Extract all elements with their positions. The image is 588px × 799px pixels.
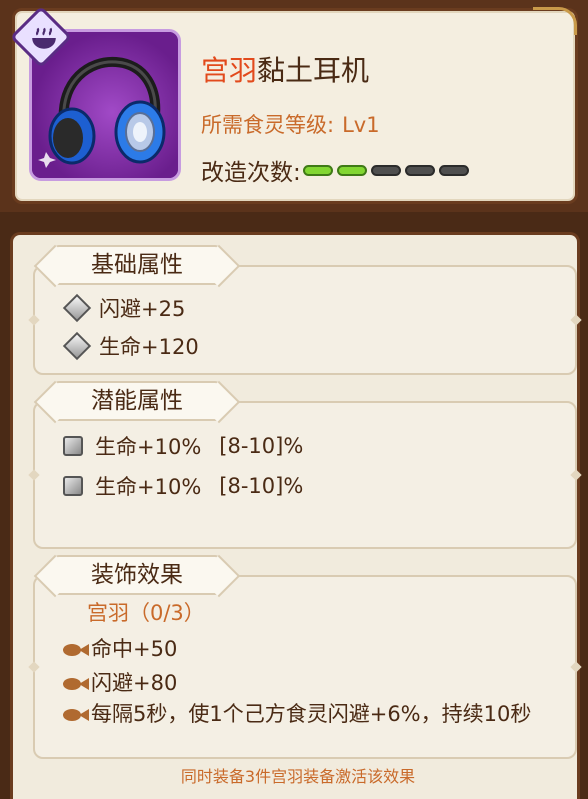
fish-bullet-icon	[63, 643, 89, 657]
fish-bullet-icon	[63, 708, 89, 722]
section-ornament	[570, 661, 582, 673]
set-effect-text: 每隔5秒，使1个己方食灵闪避+6%，持续10秒	[91, 702, 532, 726]
set-progress: 宫羽（0/3）	[87, 601, 205, 625]
set-effects-title: 装饰效果	[53, 555, 221, 595]
basic-attributes-section: 基础属性 闪避+25 生命+120	[28, 245, 582, 375]
item-header-card: 宫羽黏土耳机 所需食灵等级: Lv1 改造次数:	[9, 5, 578, 204]
potential-attributes-section: 潜能属性 生命+10% [8-10]% 生命+10% [8-10]%	[28, 381, 582, 549]
set-activation-note: 同时装备3件宫羽装备激活该效果	[180, 767, 416, 786]
potential-stat-value: 生命+10%	[95, 475, 202, 499]
food-bowl-icon	[32, 27, 56, 49]
set-effect-text: 闪避+80	[91, 671, 178, 695]
item-name-rest: 黏土耳机	[257, 54, 370, 87]
potential-stat-range: [8-10]%	[219, 434, 304, 458]
corner-ornament	[533, 7, 577, 35]
refine-count: 改造次数:	[201, 153, 469, 187]
set-effect-row: 命中+50	[63, 633, 177, 663]
potential-attributes-title: 潜能属性	[53, 381, 221, 421]
set-effect-row: 闪避+80	[63, 667, 177, 697]
section-ornament	[28, 661, 40, 673]
refine-pip-empty	[404, 164, 435, 176]
section-ornament	[28, 314, 40, 326]
stat-diamond-icon	[62, 331, 92, 361]
basic-stat-row: 生命+120	[62, 331, 199, 361]
required-level: 所需食灵等级: Lv1	[201, 109, 380, 139]
potential-slot-icon	[63, 436, 83, 456]
refine-pip-empty	[370, 164, 401, 176]
potential-slot-icon	[63, 476, 83, 496]
refine-pip-filled	[336, 164, 367, 176]
required-level-label: 所需食灵等级:	[201, 113, 335, 137]
section-ornament	[570, 314, 582, 326]
item-set-name: 宫羽	[201, 54, 258, 87]
required-level-value: Lv1	[342, 113, 380, 137]
set-effect-text: 命中+50	[91, 637, 178, 661]
fish-bullet-icon	[63, 677, 89, 691]
potential-stat-range: [8-10]%	[219, 474, 304, 498]
set-effects-section: 装饰效果 宫羽（0/3） 命中+50 闪避+80 每隔5秒，使1个己方食灵闪避+…	[28, 555, 582, 759]
refine-count-label: 改造次数:	[201, 160, 301, 186]
potential-stat-row: 生命+10% [8-10]%	[63, 471, 303, 501]
section-ornament	[28, 469, 40, 481]
basic-stat-text: 生命+120	[99, 335, 199, 359]
potential-stat-row: 生命+10% [8-10]%	[63, 431, 303, 461]
stat-diamond-icon	[62, 293, 92, 323]
refine-progress	[302, 164, 469, 176]
refine-pip-empty	[438, 164, 469, 176]
item-name: 宫羽黏土耳机	[201, 49, 369, 89]
potential-stat-value: 生命+10%	[95, 435, 202, 459]
refine-pip-filled	[302, 164, 333, 176]
basic-stat-text: 闪避+25	[99, 297, 186, 321]
section-ornament	[570, 469, 582, 481]
attributes-panel: 基础属性 闪避+25 生命+120 潜能属性 生命+10% [8-10]% 生命…	[10, 232, 582, 799]
set-effect-row: 每隔5秒，使1个己方食灵闪避+6%，持续10秒	[63, 701, 553, 727]
basic-attributes-title: 基础属性	[53, 245, 221, 285]
basic-stat-row: 闪避+25	[62, 293, 186, 323]
